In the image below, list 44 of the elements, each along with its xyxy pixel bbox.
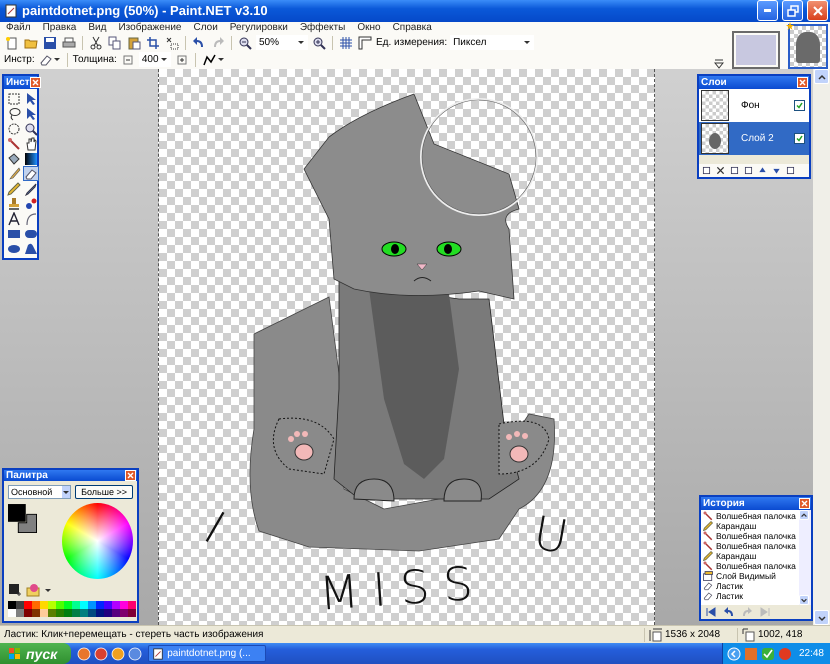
color-mode-dropdown[interactable]: Основной	[8, 485, 72, 500]
zoom-field[interactable]: 50%	[256, 35, 308, 50]
menu-item[interactable]: Окно	[351, 22, 387, 34]
menu-item[interactable]: Слои	[187, 22, 224, 34]
history-item[interactable]: Волшебная палочка	[701, 511, 799, 522]
panel-title: Слои	[701, 77, 727, 88]
layer-name: Слой 2	[740, 133, 775, 144]
menu-item[interactable]: Эффекты	[294, 22, 352, 34]
image-canvas[interactable]: I MISS U	[158, 69, 655, 626]
width-field[interactable]: 400	[138, 52, 171, 68]
status-hint: Ластик: Клик+перемещать - стереть часть изображения	[3, 629, 264, 640]
menu-item[interactable]: Вид	[82, 22, 112, 34]
history-item[interactable]: Волшебная палочка	[701, 541, 799, 552]
panel-title: Инст	[6, 77, 30, 88]
panel-title: Палитра	[6, 470, 48, 482]
width-label: Толщина:	[72, 54, 117, 66]
menu-item[interactable]: Файл	[0, 22, 37, 34]
history-item[interactable]: Волшебная палочка	[701, 561, 799, 572]
menu-item[interactable]: Справка	[386, 22, 438, 34]
layer-row[interactable]: Фон	[699, 89, 809, 122]
units-dropdown[interactable]: Пиксел	[450, 35, 534, 50]
history-item[interactable]: Карандаш	[701, 551, 799, 562]
layer-row[interactable]: Слой 2	[699, 122, 809, 156]
window-title: paintdotnet.png (50%) - Paint.NET v3.10	[22, 3, 269, 18]
handwritten-text: I	[195, 501, 246, 562]
history-item[interactable]: Слой Видимый	[701, 571, 799, 582]
cursor-position: 1002, 418	[758, 629, 802, 640]
menu-item[interactable]: Изображение	[112, 22, 188, 34]
panel-title: История	[703, 498, 745, 510]
clock: 22:48	[798, 648, 824, 659]
menu-item[interactable]: Правка	[36, 22, 82, 34]
units-label: Ед. измерения:	[376, 37, 448, 48]
taskbar-button[interactable]: paintdotnet.png (...	[148, 645, 266, 662]
layer-name: Фон	[740, 100, 761, 112]
menu-item[interactable]: Регулировки	[224, 22, 294, 34]
more-button[interactable]: Больше >>	[75, 485, 133, 500]
history-item[interactable]: Ластик	[701, 591, 799, 602]
history-item[interactable]: Ластик	[701, 581, 799, 592]
history-item[interactable]: Карандаш	[701, 521, 799, 532]
handwritten-text: U	[530, 506, 586, 568]
tool-label: Инстр:	[4, 54, 35, 66]
image-size: 1536 x 2048	[665, 629, 720, 640]
history-item[interactable]: Волшебная палочка	[701, 531, 799, 542]
handwritten-text: MISS	[317, 556, 488, 622]
